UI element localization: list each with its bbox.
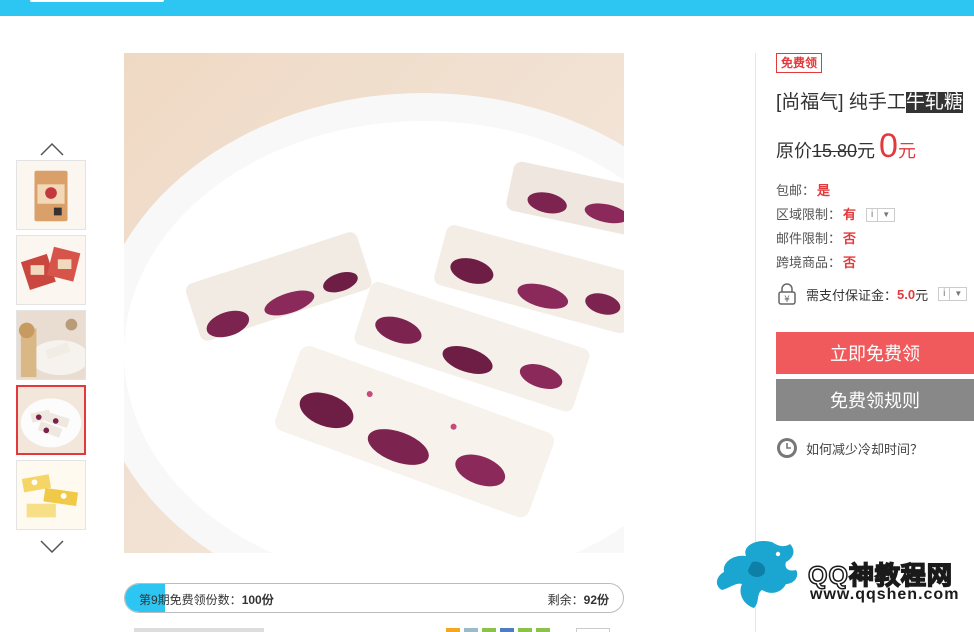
product-title: [尚福气] 纯手工牛轧糖 [776, 92, 963, 113]
chevron-down-icon[interactable] [16, 535, 88, 557]
deposit-unit: 元 [915, 287, 929, 303]
reduce-cooldown-link[interactable]: 如何减少冷却时间？ [776, 437, 923, 459]
attribute-region-limit: 区域限制：有 i ▼ [776, 203, 896, 227]
clock-icon [777, 438, 797, 458]
watermark-url: www.qqshen.com [810, 586, 960, 603]
deposit-info-button[interactable]: i ▼ [938, 287, 968, 301]
deposit-row: ¥ 需支付保证金： 5.0 元 i ▼ [776, 283, 968, 305]
attribute-free-shipping: 包邮：是 [776, 183, 831, 198]
attribute-cross-border: 跨境商品：否 [776, 255, 857, 270]
info-icon: i [871, 209, 874, 220]
current-price: 0 [879, 127, 898, 165]
attribute-mail-limit: 邮件限制：否 [776, 231, 857, 246]
current-unit: 元 [897, 141, 916, 161]
price-row: 原价15.80元 0元 [776, 127, 916, 166]
original-unit: 元 [857, 141, 876, 161]
info-icon: i [943, 288, 946, 299]
dragon-logo-icon [716, 540, 798, 608]
original-price: 15.80 [812, 141, 858, 161]
region-info-button[interactable]: i ▼ [866, 208, 896, 222]
attribute-list: 包邮：是 区域限制：有 i ▼ 邮件限制：否 跨境商品：否 [776, 179, 896, 275]
help-text: 如何减少冷却时间？ [806, 441, 924, 457]
product-info-panel: 免费领 [尚福气] 纯手工牛轧糖 原价15.80元 0元 包邮：是 区域限制：有 … [776, 53, 974, 458]
dropdown-arrow-icon: ▼ [949, 288, 966, 300]
claim-rules-button[interactable]: 免费领规则 [776, 379, 974, 421]
watermark: QQ神教程网 www.qqshen.com [712, 536, 974, 616]
thumbnail-candy-plate-side[interactable] [16, 310, 86, 380]
deposit-amount: 5.0 [897, 286, 916, 302]
progress-label: 第9期免费领份数：100份 [139, 593, 274, 607]
claim-free-button[interactable]: 立即免费领 [776, 332, 974, 374]
share-dropdown[interactable] [576, 628, 610, 632]
thumbnail-package-front[interactable] [16, 160, 86, 230]
title-highlight: 牛轧糖 [905, 92, 963, 113]
thumbnail-gallery [16, 138, 88, 557]
claim-progress-bar: 第9期免费领份数：100份 剩余：92份 [124, 583, 624, 613]
chevron-up-icon[interactable] [16, 138, 88, 160]
thumbnail-candy-plate-purple[interactable] [16, 385, 86, 455]
free-badge: 免费领 [776, 53, 823, 73]
faded-text [134, 628, 264, 632]
share-icons[interactable] [446, 628, 566, 632]
lock-icon: ¥ [778, 283, 796, 305]
thumbnail-package-pair[interactable] [16, 235, 86, 305]
progress-remaining: 剩余：92份 [547, 593, 609, 607]
dropdown-arrow-icon: ▼ [877, 209, 894, 221]
main-product-image [124, 53, 624, 553]
thumbnail-candy-yellow[interactable] [16, 460, 86, 530]
top-bar-tab[interactable] [30, 0, 164, 2]
deposit-label: 需支付保证金： [806, 287, 898, 303]
svg-text:¥: ¥ [784, 295, 790, 305]
top-bar [0, 0, 974, 16]
price-label: 原价 [776, 141, 812, 161]
share-row [124, 622, 624, 632]
